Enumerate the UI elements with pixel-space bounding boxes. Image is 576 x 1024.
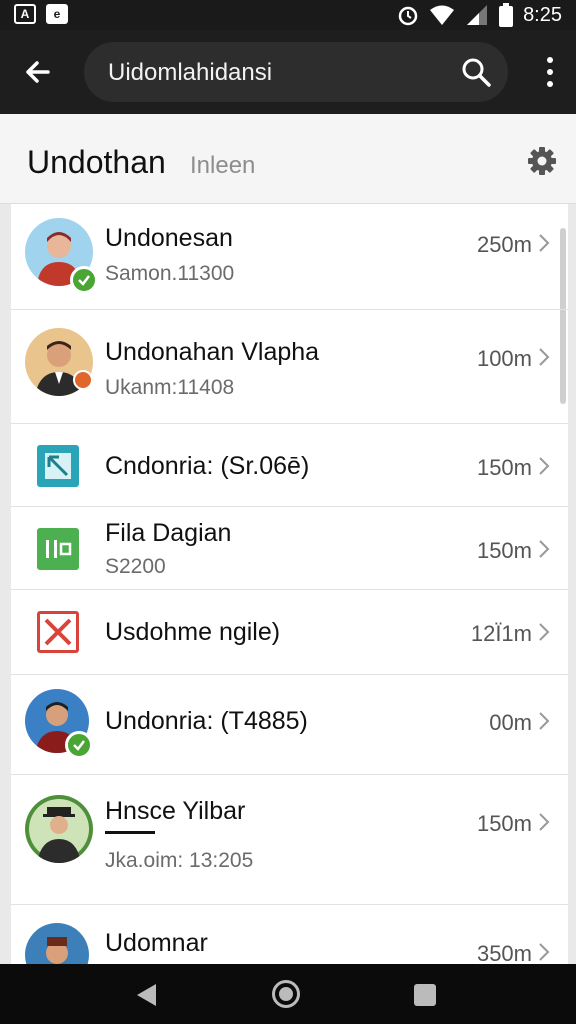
item-subtitle: Samon.11300: [105, 262, 235, 285]
notification-icon: e: [46, 4, 68, 24]
chevron-right-icon: [539, 540, 550, 558]
system-nav-bar: [0, 964, 576, 1024]
status-badge-icon: [73, 370, 93, 390]
item-distance: 250m: [476, 232, 532, 257]
gear-icon[interactable]: [528, 147, 556, 175]
item-distance: 350m: [476, 941, 532, 964]
item-distance: 150m: [476, 811, 532, 836]
item-subtitle: S2200: [105, 555, 166, 578]
green-square-icon: [37, 528, 79, 570]
chevron-right-icon: [539, 623, 550, 641]
more-vert-icon[interactable]: [544, 56, 556, 88]
place-list: Undonesan Samon.11300 250m Undonahan Vla…: [11, 204, 568, 964]
item-distance: 00m: [489, 710, 532, 735]
list-item[interactable]: Undonesan Samon.11300 250m: [11, 204, 568, 310]
battery-icon: [499, 3, 514, 27]
item-name: Cndonria: (Sr.06ē): [105, 452, 310, 480]
chevron-right-icon: [539, 712, 550, 730]
nav-recents-icon[interactable]: [414, 984, 436, 1006]
nav-home-icon[interactable]: [272, 980, 300, 1008]
wifi-icon: [430, 5, 455, 25]
list-item[interactable]: Udomnar 350m: [11, 905, 568, 964]
page-subtitle: Inleen: [190, 152, 256, 179]
notification-icon: A: [14, 4, 36, 24]
search-bar[interactable]: Uidomlahidansi: [84, 42, 508, 102]
item-name: Hnsce Yilbar: [105, 797, 246, 825]
red-x-square-icon: [37, 611, 79, 653]
list-item[interactable]: Fila Dagian S2200 150m: [11, 507, 568, 590]
item-subtitle: Ukanm:11408: [105, 376, 235, 399]
item-distance: 100m: [476, 346, 532, 371]
chevron-right-icon: [539, 943, 550, 961]
item-distance: 150m: [476, 538, 532, 563]
list-item[interactable]: Undonahan Vlapha Ukanm:11408 100m: [11, 310, 568, 424]
item-distance: 12Ї1m: [470, 621, 532, 646]
title-bar: Undothan Inleen: [0, 114, 576, 204]
item-name: Fila Dagian: [105, 519, 232, 547]
item-name: Undonahan Vlapha: [105, 338, 320, 366]
divider: [105, 831, 155, 834]
chevron-right-icon: [539, 457, 550, 475]
list-item[interactable]: Undonria: (T4885) 00m: [11, 675, 568, 775]
signal-icon: [467, 5, 488, 25]
search-icon[interactable]: [460, 56, 492, 88]
search-input[interactable]: Uidomlahidansi: [108, 59, 272, 87]
verified-badge-icon: [65, 731, 93, 759]
chevron-right-icon: [539, 348, 550, 366]
list-item[interactable]: Usdohme ngile) 12Ї1m: [11, 590, 568, 675]
item-name: Undonesan: [105, 224, 233, 252]
back-arrow-icon[interactable]: [18, 52, 58, 92]
list-item[interactable]: Cndonria: (Sr.06ē) 150m: [11, 424, 568, 507]
app-bar: Uidomlahidansi: [0, 30, 576, 114]
status-time: 8:25: [523, 3, 562, 26]
status-bar: A e 8:25: [0, 0, 576, 30]
nav-back-icon[interactable]: [134, 982, 158, 1008]
item-name: Udomnar: [105, 929, 208, 957]
teal-square-icon: [37, 445, 79, 487]
item-distance: 150m: [476, 455, 532, 480]
avatar-person-icon: [25, 795, 93, 863]
item-name: Usdohme ngile): [105, 618, 281, 646]
chevron-right-icon: [539, 234, 550, 252]
verified-badge-icon: [70, 266, 98, 294]
avatar-person-icon: [25, 923, 89, 964]
item-subtitle: Jka.oim: 13:205: [105, 849, 254, 872]
chevron-right-icon: [539, 813, 550, 831]
item-name: Undonria: (T4885): [105, 707, 308, 735]
alarm-icon: [398, 6, 418, 26]
list-item[interactable]: Hnsce Yilbar Jka.oim: 13:205 150m: [11, 775, 568, 905]
page-title: Undothan: [27, 144, 166, 180]
